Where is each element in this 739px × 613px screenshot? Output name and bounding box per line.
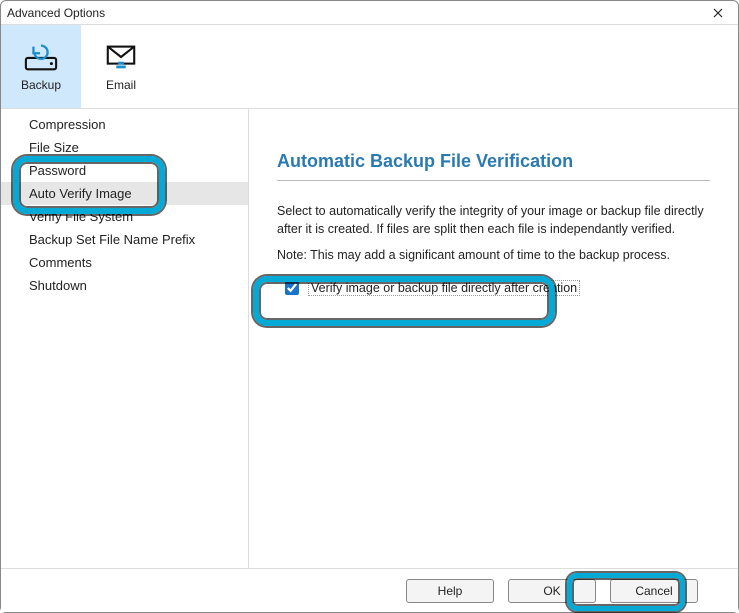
sidebar-item-auto-verify-image[interactable]: Auto Verify Image bbox=[1, 182, 248, 205]
verify-checkbox-row: Verify image or backup file directly aft… bbox=[277, 276, 710, 300]
ok-button[interactable]: OK bbox=[508, 579, 596, 603]
sidebar-item-password[interactable]: Password bbox=[1, 159, 248, 182]
close-icon bbox=[713, 8, 723, 18]
panel-heading: Automatic Backup File Verification bbox=[277, 151, 710, 172]
cancel-button[interactable]: Cancel bbox=[610, 579, 698, 603]
panel-divider bbox=[277, 180, 710, 181]
titlebar: Advanced Options bbox=[1, 1, 738, 25]
panel-description: Select to automatically verify the integ… bbox=[277, 203, 710, 238]
tab-backup-label: Backup bbox=[21, 78, 61, 92]
verify-checkbox[interactable] bbox=[285, 281, 299, 295]
close-button[interactable] bbox=[704, 3, 732, 23]
backup-icon bbox=[24, 42, 58, 72]
settings-panel: Automatic Backup File Verification Selec… bbox=[249, 109, 738, 568]
content-area: Compression File Size Password Auto Veri… bbox=[1, 109, 738, 568]
sidebar-item-comments[interactable]: Comments bbox=[1, 251, 248, 274]
sidebar-item-verify-file-system[interactable]: Verify File System bbox=[1, 205, 248, 228]
category-tabs: Backup Email bbox=[1, 25, 738, 109]
sidebar: Compression File Size Password Auto Veri… bbox=[1, 109, 249, 568]
sidebar-item-compression[interactable]: Compression bbox=[1, 113, 248, 136]
sidebar-item-backup-set-file-name-prefix[interactable]: Backup Set File Name Prefix bbox=[1, 228, 248, 251]
window-title: Advanced Options bbox=[7, 6, 704, 20]
sidebar-item-shutdown[interactable]: Shutdown bbox=[1, 274, 248, 297]
tab-email[interactable]: Email bbox=[81, 25, 161, 108]
help-button[interactable]: Help bbox=[406, 579, 494, 603]
email-icon bbox=[104, 42, 138, 72]
panel-note: Note: This may add a significant amount … bbox=[277, 248, 710, 262]
tab-email-label: Email bbox=[106, 78, 136, 92]
tab-backup[interactable]: Backup bbox=[1, 25, 81, 108]
dialog-footer: Help OK Cancel bbox=[1, 568, 738, 612]
sidebar-item-file-size[interactable]: File Size bbox=[1, 136, 248, 159]
verify-checkbox-label[interactable]: Verify image or backup file directly aft… bbox=[308, 280, 580, 296]
